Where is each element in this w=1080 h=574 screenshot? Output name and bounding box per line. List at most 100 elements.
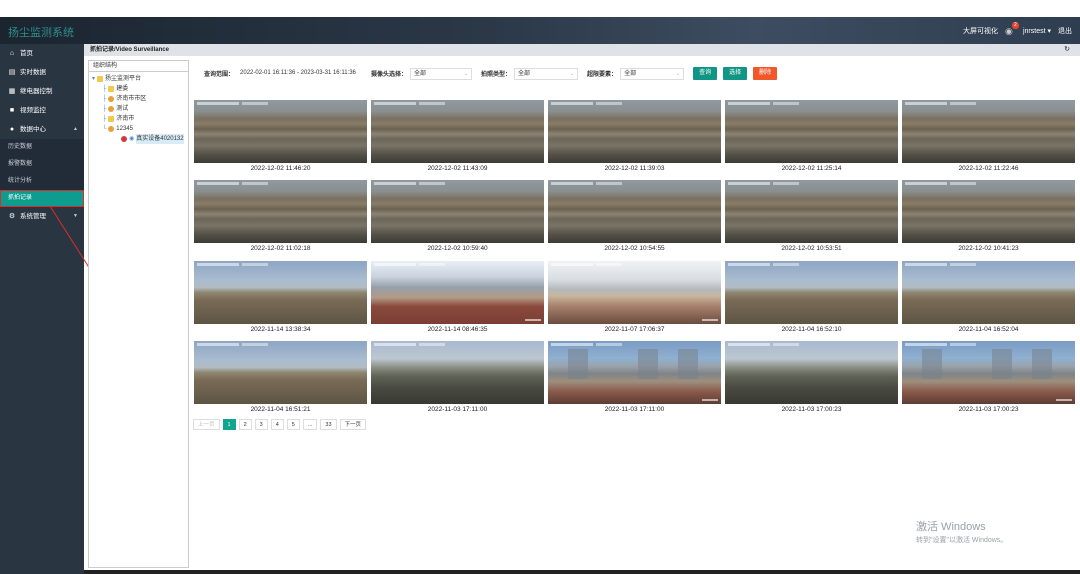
photo-card[interactable]: 2022-11-04 16:52:10 bbox=[725, 261, 898, 337]
photo-card[interactable]: 2022-12-02 11:43:09 bbox=[371, 100, 544, 176]
timestamp-overlay bbox=[551, 182, 593, 185]
tree-node[interactable]: ├ 济南市市区 bbox=[89, 94, 188, 104]
snapshot-thumbnail[interactable] bbox=[548, 341, 721, 404]
photo-timestamp: 2022-12-02 11:43:09 bbox=[427, 165, 488, 172]
page-button[interactable]: 33 bbox=[320, 419, 337, 430]
tree-node[interactable]: ├ 济南市 bbox=[89, 114, 188, 124]
timestamp-overlay bbox=[551, 263, 593, 266]
snapshot-thumbnail[interactable] bbox=[371, 100, 544, 163]
sidebar-item-home[interactable]: ⌂ 首页 bbox=[0, 44, 84, 63]
camera-label-overlay bbox=[525, 319, 541, 321]
timestamp-overlay bbox=[905, 343, 947, 346]
photo-card[interactable]: 2022-11-14 08:46:35 bbox=[371, 261, 544, 337]
photo-timestamp: 2022-12-02 10:41:23 bbox=[958, 245, 1019, 252]
photo-card[interactable]: 2022-11-03 17:11:00 bbox=[548, 341, 721, 417]
timestamp-overlay bbox=[596, 343, 622, 346]
sidebar-item-video[interactable]: ■ 视频监控 bbox=[0, 101, 84, 120]
timestamp-overlay bbox=[728, 102, 770, 105]
photo-card[interactable]: 2022-12-02 10:59:40 bbox=[371, 180, 544, 256]
select-button[interactable]: 选择 bbox=[723, 67, 748, 80]
sidebar-item-relay[interactable]: ▦ 继电器控制 bbox=[0, 82, 84, 101]
snapshot-thumbnail[interactable] bbox=[371, 261, 544, 324]
header-actions: 大屏可视化 ◉ 2 jnrstest ▾ 退出 bbox=[963, 21, 1072, 36]
snapshot-thumbnail[interactable] bbox=[725, 180, 898, 243]
photo-card[interactable]: 2022-11-03 17:00:23 bbox=[725, 341, 898, 417]
exceed-factor-select[interactable]: 全部 ⌄ bbox=[620, 67, 685, 80]
relay-icon: ▦ bbox=[8, 88, 16, 95]
timestamp-overlay bbox=[197, 343, 239, 346]
photo-card[interactable]: 2022-11-03 17:00:23 bbox=[902, 341, 1075, 417]
snapshot-thumbnail[interactable] bbox=[902, 100, 1075, 163]
photo-card[interactable]: 2022-12-02 11:22:46 bbox=[902, 100, 1075, 176]
photo-timestamp: 2022-12-02 11:22:46 bbox=[958, 165, 1019, 172]
tree-node[interactable]: └ 12345 bbox=[89, 124, 188, 134]
tree-node[interactable]: ├ 建委 bbox=[89, 84, 188, 94]
user-menu[interactable]: jnrstest ▾ bbox=[1023, 27, 1051, 35]
sidebar-item-realtime[interactable]: ▤ 实时数据 bbox=[0, 63, 84, 82]
snapshot-thumbnail[interactable] bbox=[725, 341, 898, 404]
page-button[interactable]: 3 bbox=[254, 419, 268, 430]
refresh-icon[interactable]: ↻ bbox=[1064, 44, 1070, 56]
page-button[interactable]: 5 bbox=[286, 419, 300, 430]
date-range-input[interactable]: 2022-02-01 16:11:36 - 2023-03-31 16:11:3… bbox=[237, 67, 363, 80]
snapshot-thumbnail[interactable] bbox=[548, 261, 721, 324]
photo-type-select[interactable]: 全部 ⌄ bbox=[514, 67, 579, 80]
timestamp-overlay bbox=[374, 182, 416, 185]
photo-timestamp: 2022-12-02 10:54:55 bbox=[604, 245, 665, 252]
logout-link[interactable]: 退出 bbox=[1058, 26, 1072, 36]
timestamp-overlay bbox=[596, 182, 622, 185]
page-button[interactable]: 2 bbox=[238, 419, 252, 430]
snapshot-thumbnail[interactable] bbox=[548, 100, 721, 163]
prev-page-button[interactable]: 上一页 bbox=[193, 419, 220, 430]
page-button[interactable]: 1 bbox=[222, 419, 236, 430]
snapshot-thumbnail[interactable] bbox=[725, 261, 898, 324]
sidebar-item-snapshot[interactable]: 抓拍记录 bbox=[0, 190, 84, 207]
camera-label-overlay bbox=[702, 319, 718, 321]
snapshot-thumbnail[interactable] bbox=[194, 261, 367, 324]
snapshot-thumbnail[interactable] bbox=[902, 261, 1075, 324]
snapshot-thumbnail[interactable] bbox=[548, 180, 721, 243]
photo-card[interactable]: 2022-12-02 11:25:14 bbox=[725, 100, 898, 176]
sidebar-item-system[interactable]: ⚙ 系统管理 ▼ bbox=[0, 207, 84, 226]
photo-card[interactable]: 2022-11-03 17:11:00 bbox=[371, 341, 544, 417]
snapshot-thumbnail[interactable] bbox=[725, 100, 898, 163]
sidebar-item-alarm[interactable]: 报警数据 bbox=[0, 156, 84, 173]
photo-card[interactable]: 2022-11-04 16:52:04 bbox=[902, 261, 1075, 337]
bell-icon[interactable]: ◉ 2 bbox=[1005, 21, 1019, 36]
next-page-button[interactable]: 下一页 bbox=[339, 419, 367, 430]
photo-card[interactable]: 2022-12-02 10:54:55 bbox=[548, 180, 721, 256]
snapshot-thumbnail[interactable] bbox=[902, 180, 1075, 243]
photo-card[interactable]: 2022-12-02 11:02:18 bbox=[194, 180, 367, 256]
sidebar-item-statistics[interactable]: 统计分析 bbox=[0, 173, 84, 190]
snapshot-thumbnail[interactable] bbox=[194, 180, 367, 243]
photo-card[interactable]: 2022-12-02 10:53:51 bbox=[725, 180, 898, 256]
timestamp-overlay bbox=[242, 263, 268, 266]
snapshot-thumbnail[interactable] bbox=[194, 100, 367, 163]
big-screen-link[interactable]: 大屏可视化 bbox=[963, 26, 998, 36]
tree-node[interactable]: ▾ 扬尘监测平台 bbox=[89, 74, 188, 84]
snapshot-thumbnail[interactable] bbox=[371, 180, 544, 243]
photo-card[interactable]: 2022-12-02 10:41:23 bbox=[902, 180, 1075, 256]
timestamp-overlay bbox=[905, 263, 947, 266]
snapshot-thumbnail[interactable] bbox=[902, 341, 1075, 404]
sidebar-item-label: 首页 bbox=[20, 50, 33, 57]
sidebar-item-data-center[interactable]: ● 数据中心 ▲ bbox=[0, 120, 84, 139]
photo-card[interactable]: 2022-12-02 11:46:20 bbox=[194, 100, 367, 176]
timestamp-overlay bbox=[773, 343, 799, 346]
camera-select[interactable]: 全部 ⌄ bbox=[410, 67, 473, 80]
photo-card[interactable]: 2022-12-02 11:39:03 bbox=[548, 100, 721, 176]
query-button[interactable]: 查询 bbox=[693, 67, 718, 80]
tree-node[interactable]: ├ 测试 bbox=[89, 104, 188, 114]
sidebar-item-history[interactable]: 历史数据 bbox=[0, 139, 84, 156]
snapshot-thumbnail[interactable] bbox=[371, 341, 544, 404]
photo-card[interactable]: 2022-11-14 13:38:34 bbox=[194, 261, 367, 337]
delete-button[interactable]: 删除 bbox=[753, 67, 778, 80]
timestamp-overlay bbox=[950, 343, 976, 346]
photo-card[interactable]: 2022-11-04 16:51:21 bbox=[194, 341, 367, 417]
tree-node-device[interactable]: ◉ 真实设备4020132 bbox=[89, 134, 188, 144]
chevron-down-icon: ⌄ bbox=[569, 70, 575, 77]
photo-card[interactable]: 2022-11-07 17:06:37 bbox=[548, 261, 721, 337]
page-button[interactable]: 4 bbox=[270, 419, 284, 430]
collapse-icon[interactable]: ▾ bbox=[92, 74, 95, 84]
snapshot-thumbnail[interactable] bbox=[194, 341, 367, 404]
